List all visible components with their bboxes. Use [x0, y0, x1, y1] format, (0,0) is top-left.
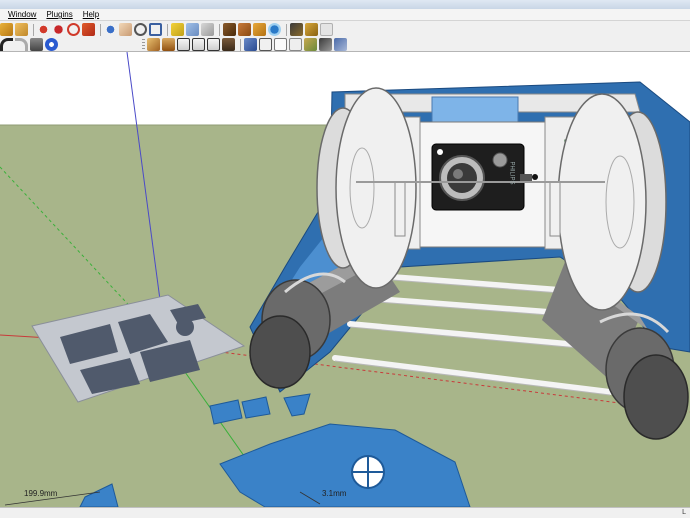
toolbar-separator	[33, 23, 34, 36]
shaded-textures-icon[interactable]	[304, 38, 317, 51]
toolbar-grip[interactable]	[142, 38, 145, 51]
battery-block	[431, 96, 519, 124]
axes-icon[interactable]	[238, 23, 251, 36]
paint-bucket-icon[interactable]	[15, 23, 28, 36]
wireframe-icon[interactable]	[259, 38, 272, 51]
toolbar-row-1	[0, 22, 335, 37]
camera-brand-label: PHILIPS	[508, 161, 515, 185]
webcam-lens	[447, 163, 477, 193]
text-icon[interactable]	[201, 23, 214, 36]
toolbar-separator	[100, 23, 101, 36]
model-info-icon[interactable]	[45, 38, 58, 51]
menu-help[interactable]: Help	[78, 9, 104, 20]
display-settings-icon[interactable]	[334, 38, 347, 51]
shaded-icon[interactable]	[289, 38, 302, 51]
select-icon[interactable]	[0, 23, 13, 36]
model-viewport[interactable]: 199.9mm 3.1mm PHILIPS	[0, 52, 690, 507]
dimension-label-left: 199.9mm	[24, 489, 58, 498]
iso-view-icon[interactable]	[147, 38, 160, 51]
xray-icon[interactable]	[244, 38, 257, 51]
toolbar-row-2	[0, 37, 349, 52]
section-plane-icon[interactable]	[253, 23, 266, 36]
toolbar-separator	[286, 23, 287, 36]
follow-me-icon[interactable]	[82, 23, 95, 36]
menu-plugins[interactable]: Plugins	[41, 9, 77, 20]
toolbar-separator	[240, 38, 241, 51]
move-icon[interactable]	[37, 23, 50, 36]
3d-warehouse-icon[interactable]	[268, 23, 281, 36]
hidden-line-icon[interactable]	[274, 38, 287, 51]
redo-icon[interactable]	[15, 38, 28, 51]
share-model-icon[interactable]	[320, 23, 333, 36]
orbit-icon[interactable]	[104, 23, 117, 36]
toolbar-area	[0, 21, 690, 52]
push-pull-icon[interactable]	[52, 23, 65, 36]
right-wheel	[557, 93, 667, 311]
dimension-label-right: 3.1mm	[322, 489, 347, 498]
status-bar: L	[0, 507, 690, 518]
top-view-icon[interactable]	[162, 38, 175, 51]
front-view-icon[interactable]	[177, 38, 190, 51]
webcam-led	[492, 152, 508, 168]
toolbar-separator	[167, 23, 168, 36]
tape-measure-icon[interactable]	[171, 23, 184, 36]
window-title-bar	[0, 0, 690, 9]
dimension-icon[interactable]	[223, 23, 236, 36]
menu-window[interactable]: Window	[3, 9, 41, 20]
undo-icon[interactable]	[0, 38, 13, 51]
menu-bar: Window Plugins Help	[0, 9, 690, 21]
right-view-icon[interactable]	[192, 38, 205, 51]
pan-icon[interactable]	[119, 23, 132, 36]
zoom-icon[interactable]	[134, 23, 147, 36]
protractor-icon[interactable]	[186, 23, 199, 36]
extension-icon[interactable]	[305, 23, 318, 36]
back-view-icon[interactable]	[207, 38, 220, 51]
status-measurement-label: L	[682, 509, 686, 516]
monochrome-icon[interactable]	[319, 38, 332, 51]
zoom-extents-icon[interactable]	[149, 23, 162, 36]
left-view-icon[interactable]	[222, 38, 235, 51]
print-icon[interactable]	[30, 38, 43, 51]
3d-model-scene	[0, 52, 690, 507]
rotate-icon[interactable]	[67, 23, 80, 36]
component-icon[interactable]	[290, 23, 303, 36]
toolbar-separator	[219, 23, 220, 36]
